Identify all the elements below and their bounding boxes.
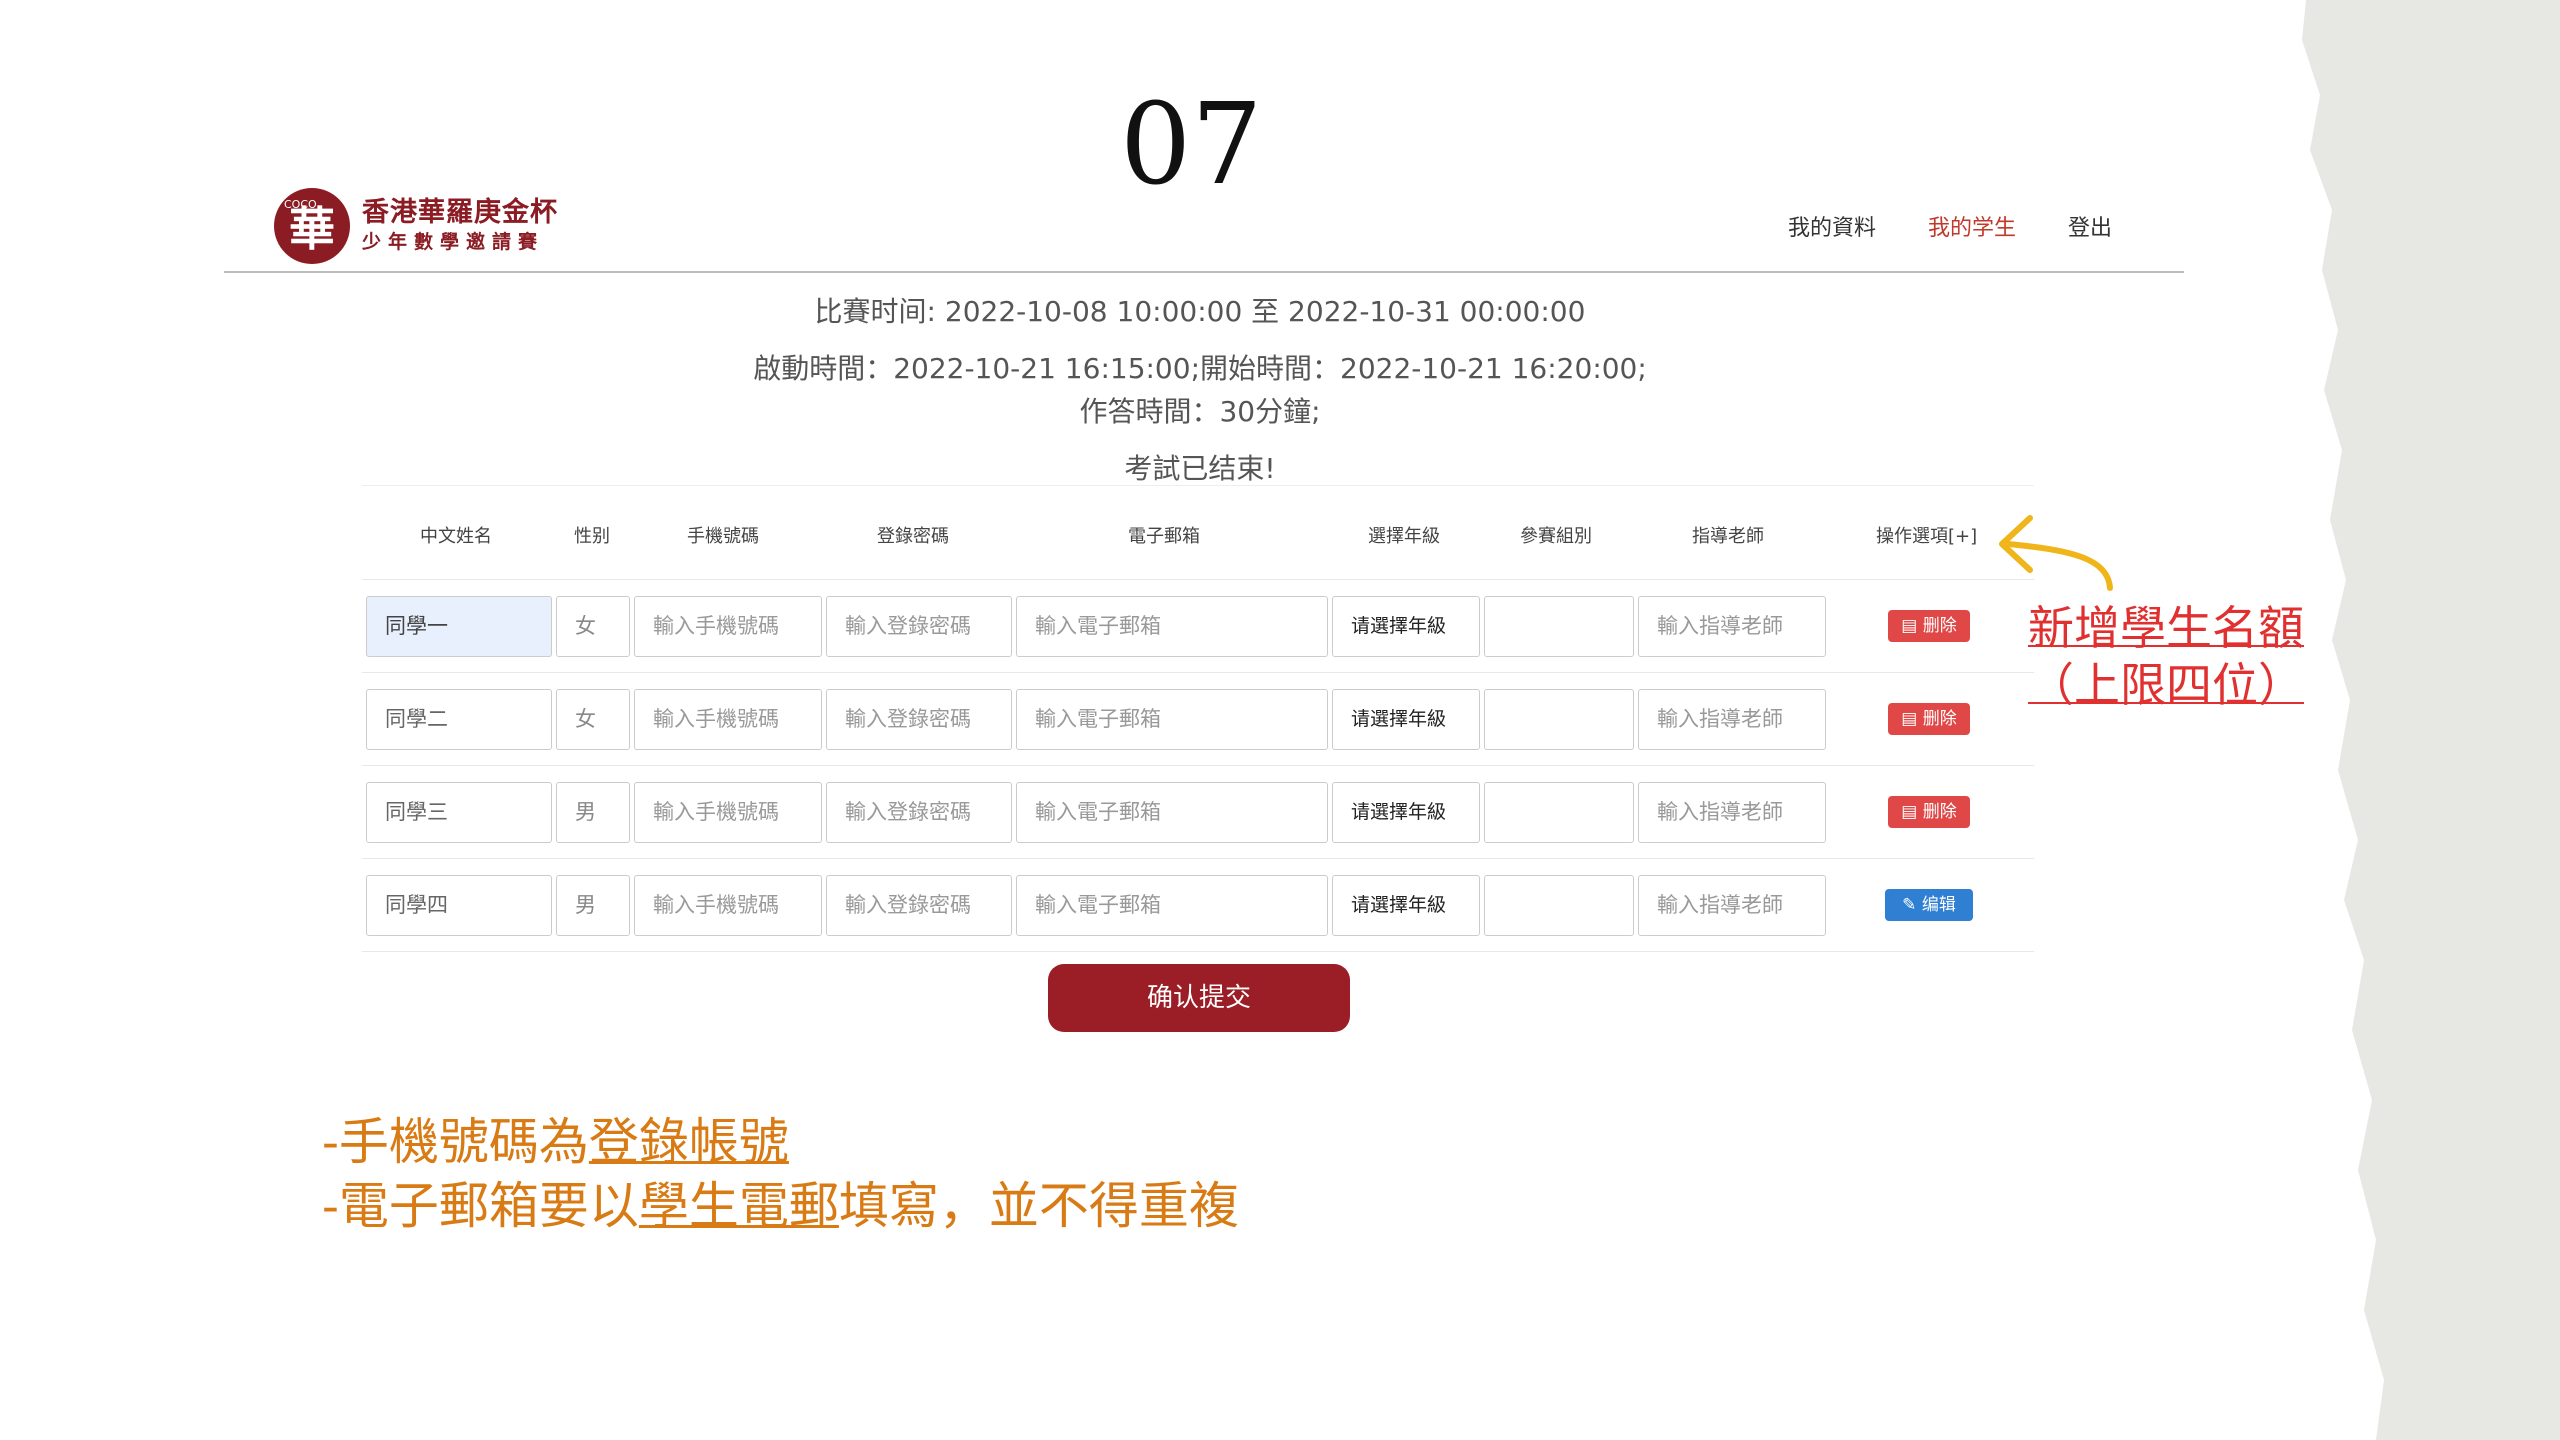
- edit-icon: ✎: [1902, 895, 1922, 915]
- table-header: 中文姓名 性别 手機號碼 登錄密碼 電子郵箱 選擇年級 參賽組別 指導老師 操作…: [362, 485, 2034, 580]
- edit-button[interactable]: ✎ 编辑: [1885, 889, 1973, 921]
- teacher-input[interactable]: 輸入指導老師: [1638, 596, 1826, 657]
- password-input[interactable]: 輸入登錄密碼: [826, 875, 1012, 936]
- note1-emphasis: 登錄帳號: [588, 1113, 789, 1171]
- logo-title: 香港華羅庚金杯: [362, 197, 558, 228]
- header-email: 電子郵箱: [1128, 526, 1200, 547]
- name-input[interactable]: 同學二: [366, 689, 552, 750]
- phone-input[interactable]: 輸入手機號碼: [634, 689, 822, 750]
- header-grade: 選擇年級: [1368, 526, 1440, 547]
- logo-badge: COCO: [284, 198, 317, 211]
- nav-logout[interactable]: 登出: [2068, 210, 2112, 242]
- trash-icon: ▤: [1901, 802, 1923, 822]
- email-input[interactable]: 輸入電子郵箱: [1016, 689, 1328, 750]
- header-actions-add[interactable]: 操作選項[+]: [1876, 522, 1977, 548]
- header-phone: 手機號碼: [687, 526, 759, 547]
- phone-input[interactable]: 輸入手機號碼: [634, 875, 822, 936]
- header-gender: 性别: [574, 526, 610, 547]
- logo[interactable]: COCO 華 香港華羅庚金杯 少年數學邀請賽: [274, 188, 558, 264]
- submit-button[interactable]: 确认提交: [1048, 964, 1350, 1032]
- name-input[interactable]: 同學三: [366, 782, 552, 843]
- table-row: 同學四 男 輸入手機號碼 輸入登錄密碼 輸入電子郵箱 请選擇年級 輸入指導老師 …: [362, 859, 2034, 952]
- note1-text: -手機號碼為: [322, 1113, 589, 1171]
- table-row: 同學二 女 輸入手機號碼 輸入登錄密碼 輸入電子郵箱 请選擇年級 輸入指導老師 …: [362, 673, 2034, 766]
- annotation-line1: 新增學生名額: [2028, 601, 2304, 655]
- group-select[interactable]: [1484, 782, 1634, 843]
- logo-emblem: COCO 華: [274, 188, 350, 264]
- delete-label: 删除: [1922, 709, 1957, 729]
- grade-select[interactable]: 请選擇年級: [1332, 782, 1480, 843]
- note-line1: -手機號碼為登錄帳號: [322, 1110, 1239, 1174]
- logo-text: 香港華羅庚金杯 少年數學邀請賽: [362, 197, 558, 255]
- teacher-input[interactable]: 輸入指導老師: [1638, 782, 1826, 843]
- students-table: 中文姓名 性别 手機號碼 登錄密碼 電子郵箱 選擇年級 參賽組別 指導老師 操作…: [362, 485, 2034, 952]
- delete-button[interactable]: ▤ 删除: [1888, 703, 1970, 735]
- teacher-input[interactable]: 輸入指導老師: [1638, 689, 1826, 750]
- gender-select[interactable]: 女: [556, 689, 630, 750]
- nav-my-students[interactable]: 我的学生: [1928, 210, 2016, 242]
- trash-icon: ▤: [1901, 616, 1923, 636]
- competition-time: 比賽时间: 2022-10-08 10:00:00 至 2022-10-31 0…: [814, 295, 1586, 328]
- password-input[interactable]: 輸入登錄密碼: [826, 596, 1012, 657]
- name-input[interactable]: 同學一: [366, 596, 552, 657]
- delete-label: 删除: [1922, 616, 1957, 636]
- edit-label: 编辑: [1921, 895, 1956, 915]
- add-quota-annotation: 新增學生名額 （上限四位）: [2028, 600, 2304, 714]
- note-line2: -電子郵箱要以學生電郵填寫，並不得重複: [322, 1174, 1239, 1238]
- group-select[interactable]: [1484, 596, 1634, 657]
- start-times: 啟動時間：2022-10-21 16:15:00;開始時間：2022-10-21…: [753, 352, 1647, 385]
- phone-input[interactable]: 輸入手機號碼: [634, 782, 822, 843]
- group-select[interactable]: [1484, 875, 1634, 936]
- header-teacher: 指導老師: [1692, 526, 1764, 547]
- email-input[interactable]: 輸入電子郵箱: [1016, 596, 1328, 657]
- phone-input[interactable]: 輸入手機號碼: [634, 596, 822, 657]
- answer-duration: 作答時間：30分鐘;: [1079, 395, 1321, 428]
- note2-suffix: 填寫，並不得重複: [838, 1177, 1239, 1235]
- arrow-icon: [1999, 515, 2113, 591]
- grade-select[interactable]: 请選擇年級: [1332, 689, 1480, 750]
- header-group: 參賽組別: [1520, 526, 1592, 547]
- header-password: 登錄密碼: [877, 526, 949, 547]
- name-input[interactable]: 同學四: [366, 875, 552, 936]
- gender-select[interactable]: 女: [556, 596, 630, 657]
- email-input[interactable]: 輸入電子郵箱: [1016, 875, 1328, 936]
- notes: -手機號碼為登錄帳號 -電子郵箱要以學生電郵填寫，並不得重複: [322, 1110, 1239, 1238]
- gender-select[interactable]: 男: [556, 875, 630, 936]
- delete-label: 删除: [1922, 802, 1957, 822]
- teacher-input[interactable]: 輸入指導老師: [1638, 875, 1826, 936]
- nav-my-profile[interactable]: 我的資料: [1788, 210, 1876, 242]
- table-row: 同學三 男 輸入手機號碼 輸入登錄密碼 輸入電子郵箱 请選擇年級 輸入指導老師 …: [362, 766, 2034, 859]
- grade-select[interactable]: 请選擇年級: [1332, 875, 1480, 936]
- password-input[interactable]: 輸入登錄密碼: [826, 689, 1012, 750]
- delete-button[interactable]: ▤ 删除: [1888, 796, 1970, 828]
- annotation-line2: （上限四位）: [2028, 658, 2304, 712]
- table-row: 同學一 女 輸入手機號碼 輸入登錄密碼 輸入電子郵箱 请選擇年級 輸入指導老師 …: [362, 580, 2034, 673]
- top-nav: 我的資料 我的学生 登出: [1788, 210, 2112, 242]
- trash-icon: ▤: [1901, 709, 1923, 729]
- logo-subtitle: 少年數學邀請賽: [362, 231, 545, 253]
- gender-select[interactable]: 男: [556, 782, 630, 843]
- torn-paper-edge: [2302, 0, 2560, 1440]
- group-select[interactable]: [1484, 689, 1634, 750]
- note2-text: -電子郵箱要以: [322, 1177, 639, 1235]
- grade-select[interactable]: 请選擇年級: [1332, 596, 1480, 657]
- delete-button[interactable]: ▤ 删除: [1888, 610, 1970, 642]
- header-chinese-name: 中文姓名: [420, 526, 492, 547]
- note2-emphasis: 學生電郵: [638, 1177, 839, 1235]
- password-input[interactable]: 輸入登錄密碼: [826, 782, 1012, 843]
- app-header: COCO 華 香港華羅庚金杯 少年數學邀請賽 我的資料 我的学生 登出: [224, 180, 2184, 273]
- exam-status: 考試已结束!: [1124, 452, 1276, 485]
- email-input[interactable]: 輸入電子郵箱: [1016, 782, 1328, 843]
